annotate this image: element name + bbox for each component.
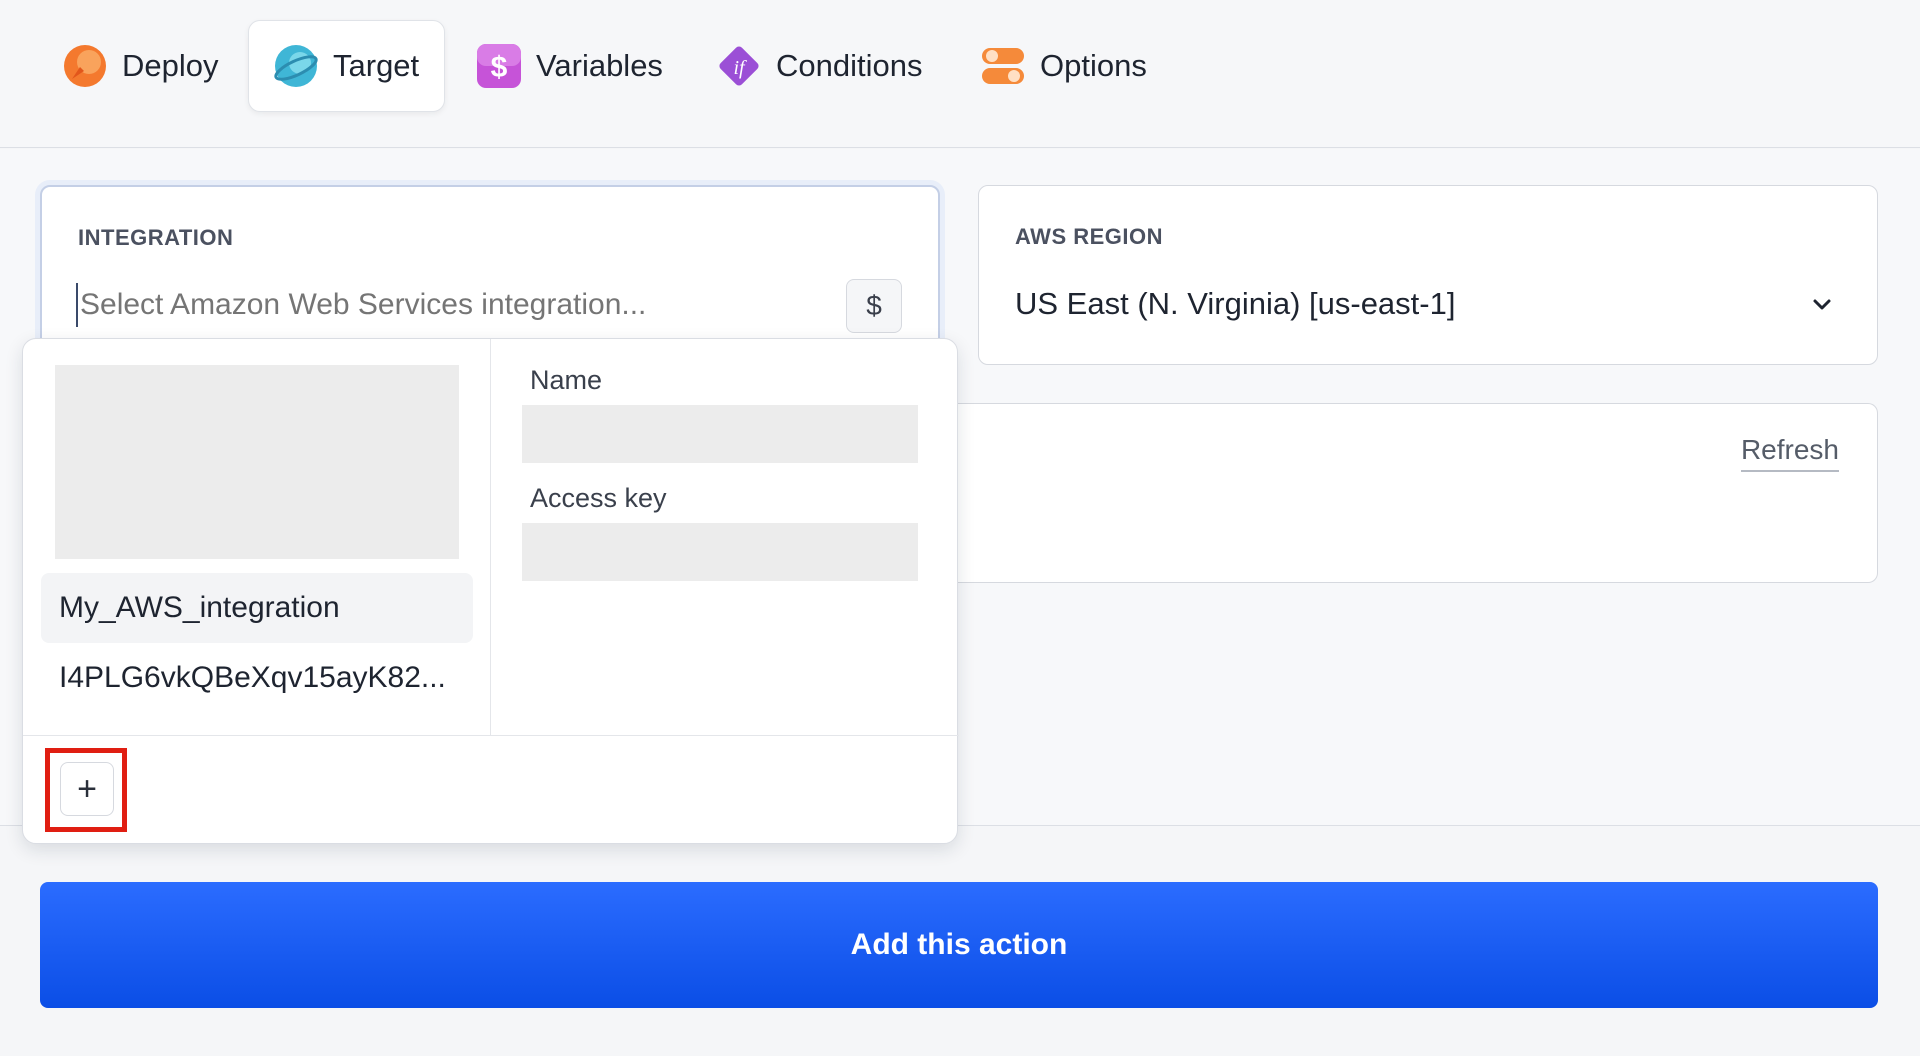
list-item[interactable]: I4PLG6vkQBeXqv15ayK82...: [41, 643, 473, 713]
tab-label: Options: [1040, 48, 1147, 83]
integration-details: Name Access key: [492, 339, 958, 735]
action-editor: Deploy Target $ Variables if Conditions …: [0, 0, 1920, 1056]
access-key-label: Access key: [530, 483, 667, 513]
name-label: Name: [530, 365, 603, 395]
chevron-down-icon[interactable]: [1807, 290, 1837, 320]
dropdown-footer: +: [23, 735, 959, 845]
if-icon: if: [719, 46, 759, 86]
tab-bar: Deploy Target $ Variables if Conditions …: [0, 0, 1920, 148]
toggles-icon: [982, 48, 1024, 84]
add-integration-button[interactable]: +: [60, 762, 114, 816]
region-selected-value: US East (N. Virginia) [us-east-1]: [1015, 286, 1456, 321]
rocket-icon: [64, 45, 106, 87]
tab-target[interactable]: Target: [248, 20, 445, 112]
tab-conditions[interactable]: if Conditions: [692, 20, 946, 112]
insert-variable-button[interactable]: $: [846, 279, 902, 333]
dollar-icon: $: [477, 44, 521, 88]
svg-text:$: $: [491, 51, 508, 84]
refresh-button[interactable]: Refresh: [1740, 434, 1839, 472]
aws-region-field[interactable]: AWS REGION US East (N. Virginia) [us-eas…: [978, 185, 1878, 365]
tab-label: Deploy: [122, 48, 219, 83]
tab-label: Variables: [536, 48, 663, 83]
list-item[interactable]: My_AWS_integration: [41, 573, 473, 643]
region-label: AWS REGION: [1015, 224, 1164, 249]
integration-label: INTEGRATION: [78, 225, 234, 250]
add-action-button[interactable]: Add this action: [40, 882, 1878, 1008]
integration-list: My_AWS_integration I4PLG6vkQBeXqv15ayK82…: [23, 339, 491, 735]
integration-preview-placeholder: [55, 365, 459, 559]
integration-dropdown: My_AWS_integration I4PLG6vkQBeXqv15ayK82…: [22, 338, 959, 845]
tab-variables[interactable]: $ Variables: [452, 20, 687, 112]
tab-label: Conditions: [776, 48, 923, 83]
name-value-placeholder: [522, 405, 918, 463]
tab-deploy[interactable]: Deploy: [38, 20, 243, 112]
tab-label: Target: [333, 48, 420, 83]
access-key-value-placeholder: [522, 523, 918, 581]
tab-options[interactable]: Options: [956, 20, 1171, 112]
resource-field: Refresh: [940, 403, 1878, 583]
globe-icon: [274, 45, 318, 87]
integration-search-input[interactable]: [76, 283, 816, 327]
